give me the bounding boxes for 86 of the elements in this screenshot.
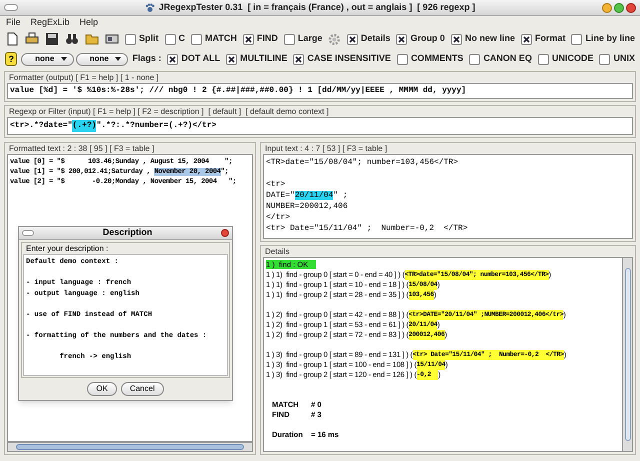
dialog-button[interactable]: Cancel <box>120 382 164 396</box>
pill-button[interactable] <box>4 4 18 11</box>
binoculars-icon[interactable] <box>65 32 79 46</box>
close-button[interactable] <box>221 229 229 237</box>
panel-title: Formatted text : 2 : 38 [ 95 ] [ F3 = table ] <box>8 143 156 154</box>
checkbox-label: UNIX <box>613 52 635 66</box>
panel-title: Regexp or Filter (input) [ F1 = help ] [ F2 = description ] [ default ] [ default demo context ] <box>8 106 330 117</box>
text-line: </tr> <box>266 212 290 223</box>
checkbox[interactable] <box>599 54 610 64</box>
dialog-button[interactable]: OK <box>87 382 117 396</box>
text-line: <tr> <box>266 179 286 190</box>
printer-icon[interactable] <box>25 32 39 46</box>
checkbox[interactable] <box>450 34 462 44</box>
checkbox-label: Details <box>360 32 390 46</box>
checkbox[interactable] <box>396 54 408 64</box>
close-button[interactable] <box>626 2 636 12</box>
checkbox-label: DOT ALL <box>181 52 220 66</box>
paw-icon <box>144 2 155 12</box>
checkbox-label: Line by line <box>585 32 635 46</box>
vertical-scrollbar[interactable] <box>622 258 632 451</box>
check-x-icon <box>522 36 530 42</box>
checkbox-label: FIND <box>256 32 278 46</box>
checkbox[interactable] <box>242 34 254 44</box>
checkbox[interactable] <box>469 54 480 64</box>
checkbox[interactable] <box>164 34 176 44</box>
checkbox[interactable] <box>538 54 549 64</box>
check-x-icon <box>295 56 302 62</box>
menu-item[interactable]: Help <box>80 16 98 30</box>
checkbox-label: Format <box>534 32 566 46</box>
text-line: NUMBER=200012,406 <box>266 201 348 212</box>
maximize-button[interactable] <box>614 2 624 12</box>
check-x-icon <box>244 36 252 42</box>
checkbox[interactable] <box>520 34 532 44</box>
checkbox[interactable] <box>125 34 136 44</box>
menu-item[interactable]: File <box>6 16 21 30</box>
check-x-icon <box>398 36 406 42</box>
window-title: JRegexpTester 0.31 [ in = français (France) , out = anglais ] [ 926 regexp ] <box>158 0 476 14</box>
checkbox[interactable] <box>346 34 358 44</box>
new-file-icon[interactable] <box>5 32 19 46</box>
input-text-area[interactable]: <TR>date="15/08/04"; number=103,456</TR> <tr> DATE="20/11/04" ; NUMBER=200012,406 </tr> <tr> Date="15/11/04" ; Number=-0,2 </TR> <box>263 154 633 239</box>
formatter-field[interactable]: value [%d] = '$ %10s:%-28s'; /// nbg0 ! 2 {#.##|###,##0.00} ! 1 [dd/MM/yy|EEEE , MMMM dd, yyyy] <box>7 83 633 99</box>
caret-icon <box>60 57 67 61</box>
help-button[interactable]: ? <box>5 52 18 66</box>
text-line: DATE="20/11/04" ; <box>266 190 348 201</box>
panel-title: Details <box>264 246 290 257</box>
checkbox[interactable] <box>284 34 295 44</box>
checkbox-label: COMMENTS <box>410 52 464 66</box>
checkbox-label: CANON EQ <box>483 52 532 66</box>
panel-title: Formatter (output) [ F1 = help ] [ 1 - none ] <box>8 72 160 83</box>
select-dropdown[interactable]: none <box>76 52 128 66</box>
checkbox[interactable] <box>396 34 408 44</box>
card-icon[interactable] <box>105 32 119 46</box>
checkbox[interactable] <box>226 54 238 64</box>
checkbox-label: MATCH <box>205 32 237 46</box>
select-dropdown[interactable]: none <box>21 52 74 66</box>
checkbox-label: Group 0 <box>410 32 445 46</box>
group-label: Enter your description : <box>25 243 110 254</box>
checkbox-label: No new line <box>464 32 515 46</box>
checkbox-label: C <box>178 32 185 46</box>
checkbox[interactable] <box>167 54 178 64</box>
folder-icon[interactable] <box>85 32 99 46</box>
check-x-icon <box>169 56 176 62</box>
text-line: <TR>date="15/08/04"; number=103,456</TR> <box>266 157 458 168</box>
checkbox[interactable] <box>571 34 582 44</box>
regexp-field[interactable]: <tr>.*?date="(.+?)".*?:.*?number=(.+?)</tr> <box>7 117 633 135</box>
checkbox-label: UNICODE <box>552 52 594 66</box>
dialog-title: Description <box>102 226 154 240</box>
check-x-icon <box>348 36 356 42</box>
panel-title: Input text : 4 : 7 [ 53 ] [ F3 = table ] <box>264 143 388 154</box>
pill-button[interactable] <box>22 230 34 236</box>
checkbox-label: Large <box>298 32 322 46</box>
checkbox[interactable] <box>293 54 304 64</box>
gear-icon[interactable] <box>328 32 341 46</box>
text-line: <tr> Date="15/11/04" ; Number=-0,2 </TR> <box>266 223 468 234</box>
check-x-icon <box>452 36 460 42</box>
save-icon[interactable] <box>45 32 59 46</box>
flags-label: Flags : <box>132 52 162 66</box>
caret-icon <box>115 57 122 61</box>
menu-item[interactable]: RegExLib <box>30 16 70 30</box>
checkbox-label: MULTILINE <box>240 52 288 66</box>
horizontal-scrollbar[interactable] <box>7 442 253 452</box>
check-x-icon <box>228 56 236 62</box>
minimize-button[interactable] <box>602 2 612 12</box>
checkbox-label: Split <box>139 32 158 46</box>
checkbox[interactable] <box>191 34 202 44</box>
checkbox-label: CASE INSENSITIVE <box>307 52 391 66</box>
